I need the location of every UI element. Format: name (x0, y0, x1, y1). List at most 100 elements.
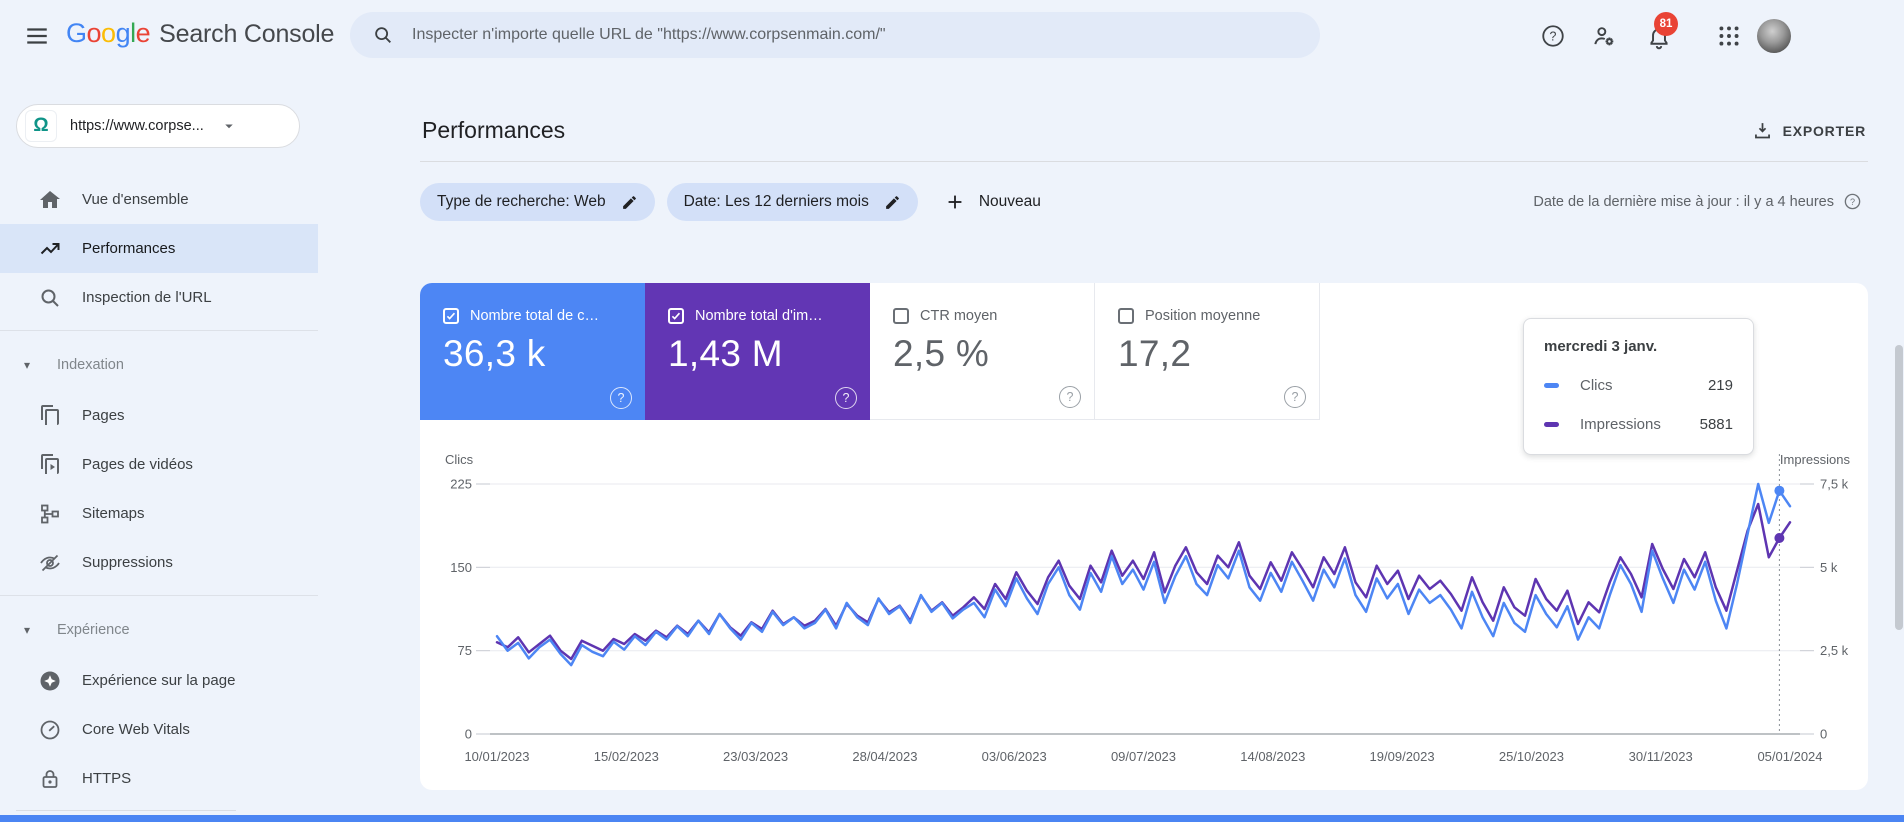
filter-chip-1[interactable]: Date: Les 12 derniers mois (666, 183, 918, 221)
last-update: Date de la dernière mise à jour : il y a… (1533, 192, 1862, 211)
sidebar-nav: Vue d'ensemble Performances Inspection de … (0, 175, 318, 803)
right-axis-tick-label: 0 (1820, 727, 1827, 742)
google-logo-letter: G (66, 18, 87, 48)
performance-chart[interactable]: 225 7,5 k 150 5 k 75 2,5 k 0 0 10/01/2023 15/02/2… (420, 440, 1868, 785)
series-swatch-icon (1544, 383, 1559, 388)
sidebar-item-inspection-de-l-url[interactable]: Inspection de l'URL (0, 273, 318, 322)
notification-count-badge[interactable]: 81 (1654, 12, 1678, 36)
sidebar-section-exp-rience[interactable]: ▾ Expérience (0, 604, 318, 656)
x-axis-tick-label: 28/04/2023 (852, 749, 917, 764)
sidebar-item-core-web-vitals[interactable]: Core Web Vitals (0, 705, 318, 754)
x-axis-tick-label: 25/10/2023 (1499, 749, 1564, 764)
sidebar-divider (16, 810, 236, 811)
metric-tiles-row: Nombre total de c… 36,3 k? Nombre total d'… (420, 283, 1320, 420)
sidebar-item-label: Suppressions (82, 554, 173, 571)
url-inspection-searchbar[interactable] (350, 12, 1320, 58)
sidebar-item-label: HTTPS (82, 770, 132, 787)
sidebar-item-performances[interactable]: Performances (0, 224, 318, 273)
avatar[interactable] (1757, 19, 1791, 53)
sidebar-item-sitemaps[interactable]: Sitemaps (0, 489, 318, 538)
help-icon[interactable]: ? (1059, 386, 1081, 408)
sidebar-section-indexation[interactable]: ▾ Indexation (0, 339, 318, 391)
help-icon[interactable]: ? (1540, 23, 1566, 49)
left-axis-tick-label: 75 (458, 643, 472, 658)
sidebar-item-pages[interactable]: Pages (0, 391, 318, 440)
x-axis-tick-label: 03/06/2023 (982, 749, 1047, 764)
sidebar-item-label: Sitemaps (82, 505, 145, 522)
right-axis-tick-label: 7,5 k (1820, 477, 1849, 492)
metric-tile-2[interactable]: CTR moyen 2,5 %? (870, 283, 1095, 420)
sitemap-icon (38, 502, 62, 526)
export-label: EXPORTER (1782, 122, 1866, 139)
sidebar-item-label: Pages (82, 407, 125, 424)
metric-label: Nombre total de c… (470, 308, 599, 324)
help-icon[interactable]: ? (1843, 192, 1862, 211)
search-icon (38, 286, 62, 310)
metric-tile-0[interactable]: Nombre total de c… 36,3 k? (420, 283, 645, 420)
x-axis-tick-label: 14/08/2023 (1240, 749, 1305, 764)
user-settings-icon[interactable] (1591, 23, 1617, 49)
vertical-scrollbar-thumb[interactable] (1895, 345, 1903, 630)
filter-chip-label: Type de recherche: Web (437, 193, 606, 210)
chart-host: 225 7,5 k 150 5 k 75 2,5 k 0 0 10/01/2023 15/02/2… (420, 440, 1868, 785)
x-axis-tick-label: 15/02/2023 (594, 749, 659, 764)
filter-chip-0[interactable]: Type de recherche: Web (420, 183, 655, 221)
checkbox-checked[interactable] (668, 308, 684, 324)
sidebar-item-pages-de-vid-os[interactable]: Pages de vidéos (0, 440, 318, 489)
pencil-icon (884, 194, 901, 211)
sidebar-item-label: Pages de vidéos (82, 456, 193, 473)
tooltip-series-value: 5881 (1699, 416, 1733, 433)
new-filter-button[interactable]: Nouveau (944, 191, 1041, 213)
sidebar-item-label: Expérience sur la page (82, 672, 236, 689)
sidebar-item-https[interactable]: HTTPS (0, 754, 318, 803)
help-icon[interactable]: ? (835, 387, 857, 409)
metric-label: Position moyenne (1145, 308, 1261, 324)
help-icon[interactable]: ? (1284, 386, 1306, 408)
pencil-icon (621, 194, 638, 211)
series-line-clics (495, 482, 1792, 667)
metric-value: 17,2 (1118, 333, 1192, 374)
hover-point-impressions (1774, 533, 1785, 543)
x-axis-tick-label: 09/07/2023 (1111, 749, 1176, 764)
search-input[interactable] (410, 25, 1274, 45)
metric-tile-1[interactable]: Nombre total d'im… 1,43 M? (645, 283, 870, 420)
removals-icon (38, 551, 62, 575)
core-web-vitals-icon (38, 718, 62, 742)
pages-icon (38, 404, 62, 428)
svg-text:?: ? (1550, 30, 1557, 44)
export-button[interactable]: EXPORTER (1752, 120, 1866, 141)
sidebar-item-vue-d-ensemble[interactable]: Vue d'ensemble (0, 175, 318, 224)
sidebar-item-suppressions[interactable]: Suppressions (0, 538, 318, 587)
performance-icon (38, 237, 62, 261)
google-logo-letter: e (135, 18, 151, 48)
metric-value: 2,5 % (893, 333, 990, 374)
tooltip-series-label: Impressions (1580, 416, 1661, 433)
collapse-triangle-icon: ▾ (24, 358, 31, 372)
property-selector[interactable]: Ω https://www.corpse... (16, 104, 300, 148)
right-axis-tick-label: 5 k (1820, 560, 1838, 575)
sidebar-item-exp-rience-sur-la-page[interactable]: Expérience sur la page (0, 656, 318, 705)
metric-tile-3[interactable]: Position moyenne 17,2? (1095, 283, 1320, 420)
hamburger-menu-icon[interactable] (24, 23, 50, 49)
home-icon (38, 188, 62, 212)
sidebar-item-label: Inspection de l'URL (82, 289, 212, 306)
series-line-impressions (495, 502, 1792, 661)
checkbox-unchecked[interactable] (893, 308, 909, 324)
help-icon[interactable]: ? (610, 387, 632, 409)
checkbox-unchecked[interactable] (1118, 308, 1134, 324)
collapse-triangle-icon: ▾ (24, 623, 31, 637)
bottom-accent-bar (0, 815, 1904, 822)
metric-value: 36,3 k (443, 333, 546, 374)
x-axis-tick-label: 30/11/2023 (1629, 749, 1693, 764)
left-axis-tick-label: 0 (465, 727, 472, 742)
app-logo: Google Search Console (66, 18, 334, 49)
sidebar-section-label: Expérience (57, 622, 130, 638)
sidebar-item-label: Vue d'ensemble (82, 191, 189, 208)
google-apps-grid-icon[interactable] (1716, 23, 1742, 49)
google-logo-letter: g (115, 18, 131, 48)
chevron-down-icon (220, 117, 238, 135)
checkbox-checked[interactable] (443, 308, 459, 324)
chart-tooltip: mercredi 3 janv. Clics 219 Impressions 5881 (1523, 318, 1754, 455)
metric-label: Nombre total d'im… (695, 308, 823, 324)
filter-chip-label: Date: Les 12 derniers mois (683, 193, 869, 210)
